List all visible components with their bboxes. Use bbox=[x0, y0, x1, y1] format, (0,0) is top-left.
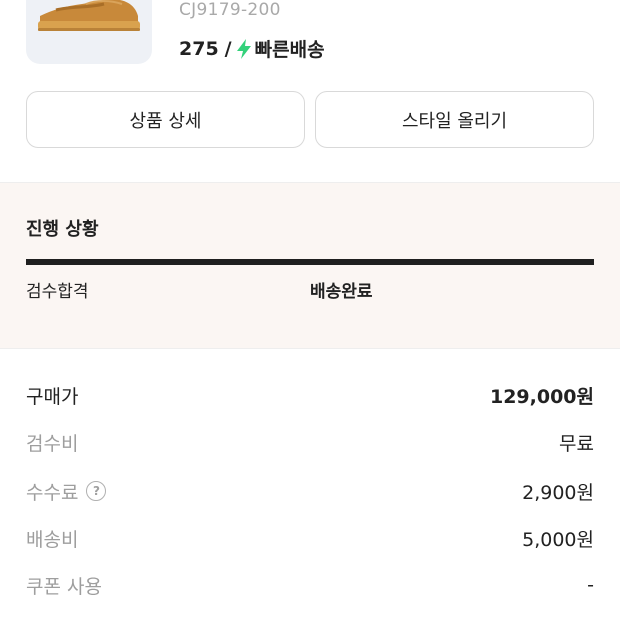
price-label: 수수료 bbox=[26, 481, 79, 504]
sneaker-image bbox=[38, 0, 140, 31]
product-code: CJ9179-200 bbox=[179, 0, 281, 20]
price-row-commission: 수수료 ? 2,900원 bbox=[26, 476, 594, 506]
price-label: 구매가 bbox=[26, 385, 79, 408]
price-value: 2,900원 bbox=[522, 481, 594, 504]
progress-bar bbox=[26, 259, 594, 265]
delivery-label: 빠른배송 bbox=[254, 39, 325, 61]
price-value: - bbox=[587, 574, 594, 596]
price-label: 검수비 bbox=[26, 432, 79, 455]
progress-step-delivered: 배송완료 bbox=[310, 282, 373, 302]
order-detail-page: CJ9179-200 275 / 빠른배송 상품 상세 스타일 올리기 진행 상… bbox=[0, 0, 620, 620]
price-label-commission: 수수료 ? bbox=[26, 478, 107, 505]
product-thumbnail[interactable] bbox=[26, 0, 152, 64]
progress-section: 진행 상황 검수합격 배송완료 bbox=[0, 182, 620, 349]
lightning-bolt-icon bbox=[236, 38, 252, 59]
price-value: 무료 bbox=[559, 432, 594, 455]
progress-title: 진행 상황 bbox=[26, 219, 99, 240]
price-value: 5,000원 bbox=[522, 528, 594, 551]
product-detail-button[interactable]: 상품 상세 bbox=[26, 91, 305, 148]
price-row-purchase: 구매가 129,000원 bbox=[26, 380, 594, 410]
separator: / bbox=[224, 37, 232, 60]
product-size: 275 bbox=[179, 37, 219, 60]
progress-step-inspection-passed: 검수합격 bbox=[26, 282, 89, 302]
price-label: 쿠폰 사용 bbox=[26, 575, 102, 598]
price-row-coupon: 쿠폰 사용 - bbox=[26, 570, 594, 600]
price-value: 129,000원 bbox=[489, 385, 594, 408]
upload-style-button[interactable]: 스타일 올리기 bbox=[315, 91, 594, 148]
price-label: 배송비 bbox=[26, 528, 79, 551]
price-row-inspection-fee: 검수비 무료 bbox=[26, 427, 594, 457]
product-size-delivery: 275 / 빠른배송 bbox=[179, 35, 325, 62]
question-help-icon[interactable]: ? bbox=[86, 481, 107, 501]
price-row-shipping-fee: 배송비 5,000원 bbox=[26, 523, 594, 553]
